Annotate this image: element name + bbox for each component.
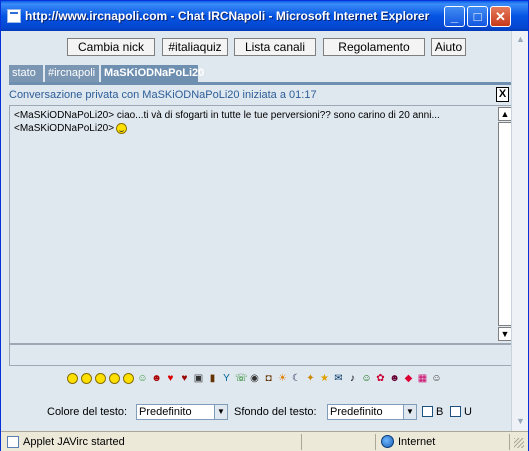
music-icon[interactable]: ♪: [347, 373, 358, 384]
title-bar[interactable]: http://www.ircnapoli.com - Chat IRCNapol…: [1, 1, 528, 31]
page-scrollbar[interactable]: ▲ ▼: [511, 31, 528, 431]
page-scroll-up[interactable]: ▲: [514, 33, 527, 46]
maximize-button[interactable]: □: [467, 6, 488, 27]
message-text: ciao...ti và di sfogarti in tutte le tue…: [114, 110, 440, 121]
smile-icon[interactable]: [67, 373, 78, 384]
smiley-icon: [116, 123, 128, 134]
broken-heart-icon[interactable]: ♥: [179, 373, 190, 384]
rules-button[interactable]: Regolamento: [323, 38, 425, 56]
flower-icon[interactable]: ✿: [375, 373, 386, 384]
alien-icon[interactable]: ☺: [137, 373, 148, 384]
top-button-bar: Cambia nick #italiaquiz Lista canali Reg…: [5, 38, 510, 56]
text-color-select[interactable]: Predefinito ▼: [136, 404, 228, 420]
mug-icon[interactable]: ◘: [263, 373, 274, 384]
channel-list-button[interactable]: Lista canali: [234, 38, 316, 56]
status-divider: [301, 434, 302, 450]
grin-icon[interactable]: [95, 373, 106, 384]
status-divider: [375, 434, 376, 450]
gift-icon[interactable]: ▦: [417, 373, 428, 384]
chat-message: <MaSKiODNaPoLi20>: [14, 123, 128, 135]
applet-area: Cambia nick #italiaquiz Lista canali Reg…: [5, 31, 514, 431]
chevron-down-icon[interactable]: ▼: [403, 405, 416, 419]
scroll-down-button[interactable]: ▼: [498, 327, 512, 341]
person-icon[interactable]: ☺: [361, 373, 372, 384]
message-nick: <MaSKiODNaPoLi20>: [14, 110, 115, 121]
camera-icon[interactable]: ▣: [193, 373, 204, 384]
underline-label: U: [464, 406, 472, 418]
bold-checkbox[interactable]: [422, 406, 433, 417]
sad-icon[interactable]: [109, 373, 120, 384]
applet-icon: [7, 436, 19, 448]
tab-private-chat[interactable]: MaSKiODNaPoLi20: [101, 65, 204, 82]
ie-page-icon: [7, 9, 21, 23]
bold-label: B: [436, 406, 444, 418]
bg-color-select[interactable]: Predefinito ▼: [327, 404, 417, 420]
resize-grip-icon[interactable]: [514, 438, 524, 448]
emoticon-bar: ☺ ☻ ♥ ♥ ▣ ▮ Y ☏ ◉ ◘ ☀ ☾ ✦ ★ ✉ ♪ ☺ ✿ ☻ ◆ ▦ ☺: [67, 373, 457, 387]
message-input[interactable]: [9, 344, 513, 366]
window-title: http://www.ircnapoli.com - Chat IRCNapol…: [25, 9, 430, 23]
cat-icon[interactable]: ◉: [249, 373, 260, 384]
change-nick-button[interactable]: Cambia nick: [67, 38, 155, 56]
security-zone: Internet: [398, 436, 436, 448]
close-button[interactable]: ✕: [490, 6, 511, 27]
mail-icon[interactable]: ✉: [333, 373, 344, 384]
status-text: Applet JAVirc started: [23, 436, 125, 448]
italiaquiz-button[interactable]: #italiaquiz: [162, 38, 228, 56]
close-conversation-button[interactable]: X: [496, 87, 509, 102]
heart-icon[interactable]: ♥: [165, 373, 176, 384]
bottle-icon[interactable]: ▮: [207, 373, 218, 384]
status-bar: Applet JAVirc started Internet: [1, 431, 528, 451]
bg-color-label: Sfondo del testo:: [234, 406, 317, 418]
format-row: Colore del testo: Predefinito ▼ Sfondo d…: [5, 404, 510, 422]
scroll-up-button[interactable]: ▲: [498, 107, 512, 121]
page-scroll-down[interactable]: ▼: [514, 415, 527, 428]
dancer-icon[interactable]: ☻: [389, 373, 400, 384]
chat-log[interactable]: <MaSKiODNaPoLi20> ciao...ti và di sfogar…: [9, 105, 513, 344]
chevron-down-icon[interactable]: ▼: [214, 405, 227, 419]
star-icon[interactable]: ★: [319, 373, 330, 384]
sun-icon[interactable]: ☀: [277, 373, 288, 384]
lips-icon[interactable]: ◆: [403, 373, 414, 384]
devil-icon[interactable]: ☻: [151, 373, 162, 384]
status-divider: [509, 434, 510, 450]
help-button[interactable]: Aiuto: [431, 38, 466, 56]
message-nick: <MaSKiODNaPoLi20>: [14, 123, 115, 135]
bg-color-value: Predefinito: [330, 406, 383, 418]
wink-icon[interactable]: [81, 373, 92, 384]
star-face-icon[interactable]: ✦: [305, 373, 316, 384]
scroll-thumb[interactable]: [498, 122, 512, 326]
tab-status[interactable]: stato: [9, 65, 44, 82]
man-icon[interactable]: ☺: [431, 373, 442, 384]
tab-ircnapoli[interactable]: #ircnapoli: [45, 65, 100, 82]
tab-divider: [9, 82, 514, 85]
moon-icon[interactable]: ☾: [291, 373, 302, 384]
cool-icon[interactable]: [123, 373, 134, 384]
text-color-label: Colore del testo:: [47, 406, 128, 418]
chat-message: <MaSKiODNaPoLi20> ciao...ti và di sfogar…: [14, 110, 440, 121]
phone-icon[interactable]: ☏: [235, 373, 248, 384]
conversation-header: Conversazione privata con MaSKiODNaPoLi2…: [9, 89, 317, 101]
text-color-value: Predefinito: [139, 406, 192, 418]
globe-icon: [381, 435, 394, 448]
browser-window: http://www.ircnapoli.com - Chat IRCNapol…: [0, 0, 529, 451]
underline-checkbox[interactable]: [450, 406, 461, 417]
cocktail-icon[interactable]: Y: [221, 373, 232, 384]
minimize-button[interactable]: _: [444, 6, 465, 27]
